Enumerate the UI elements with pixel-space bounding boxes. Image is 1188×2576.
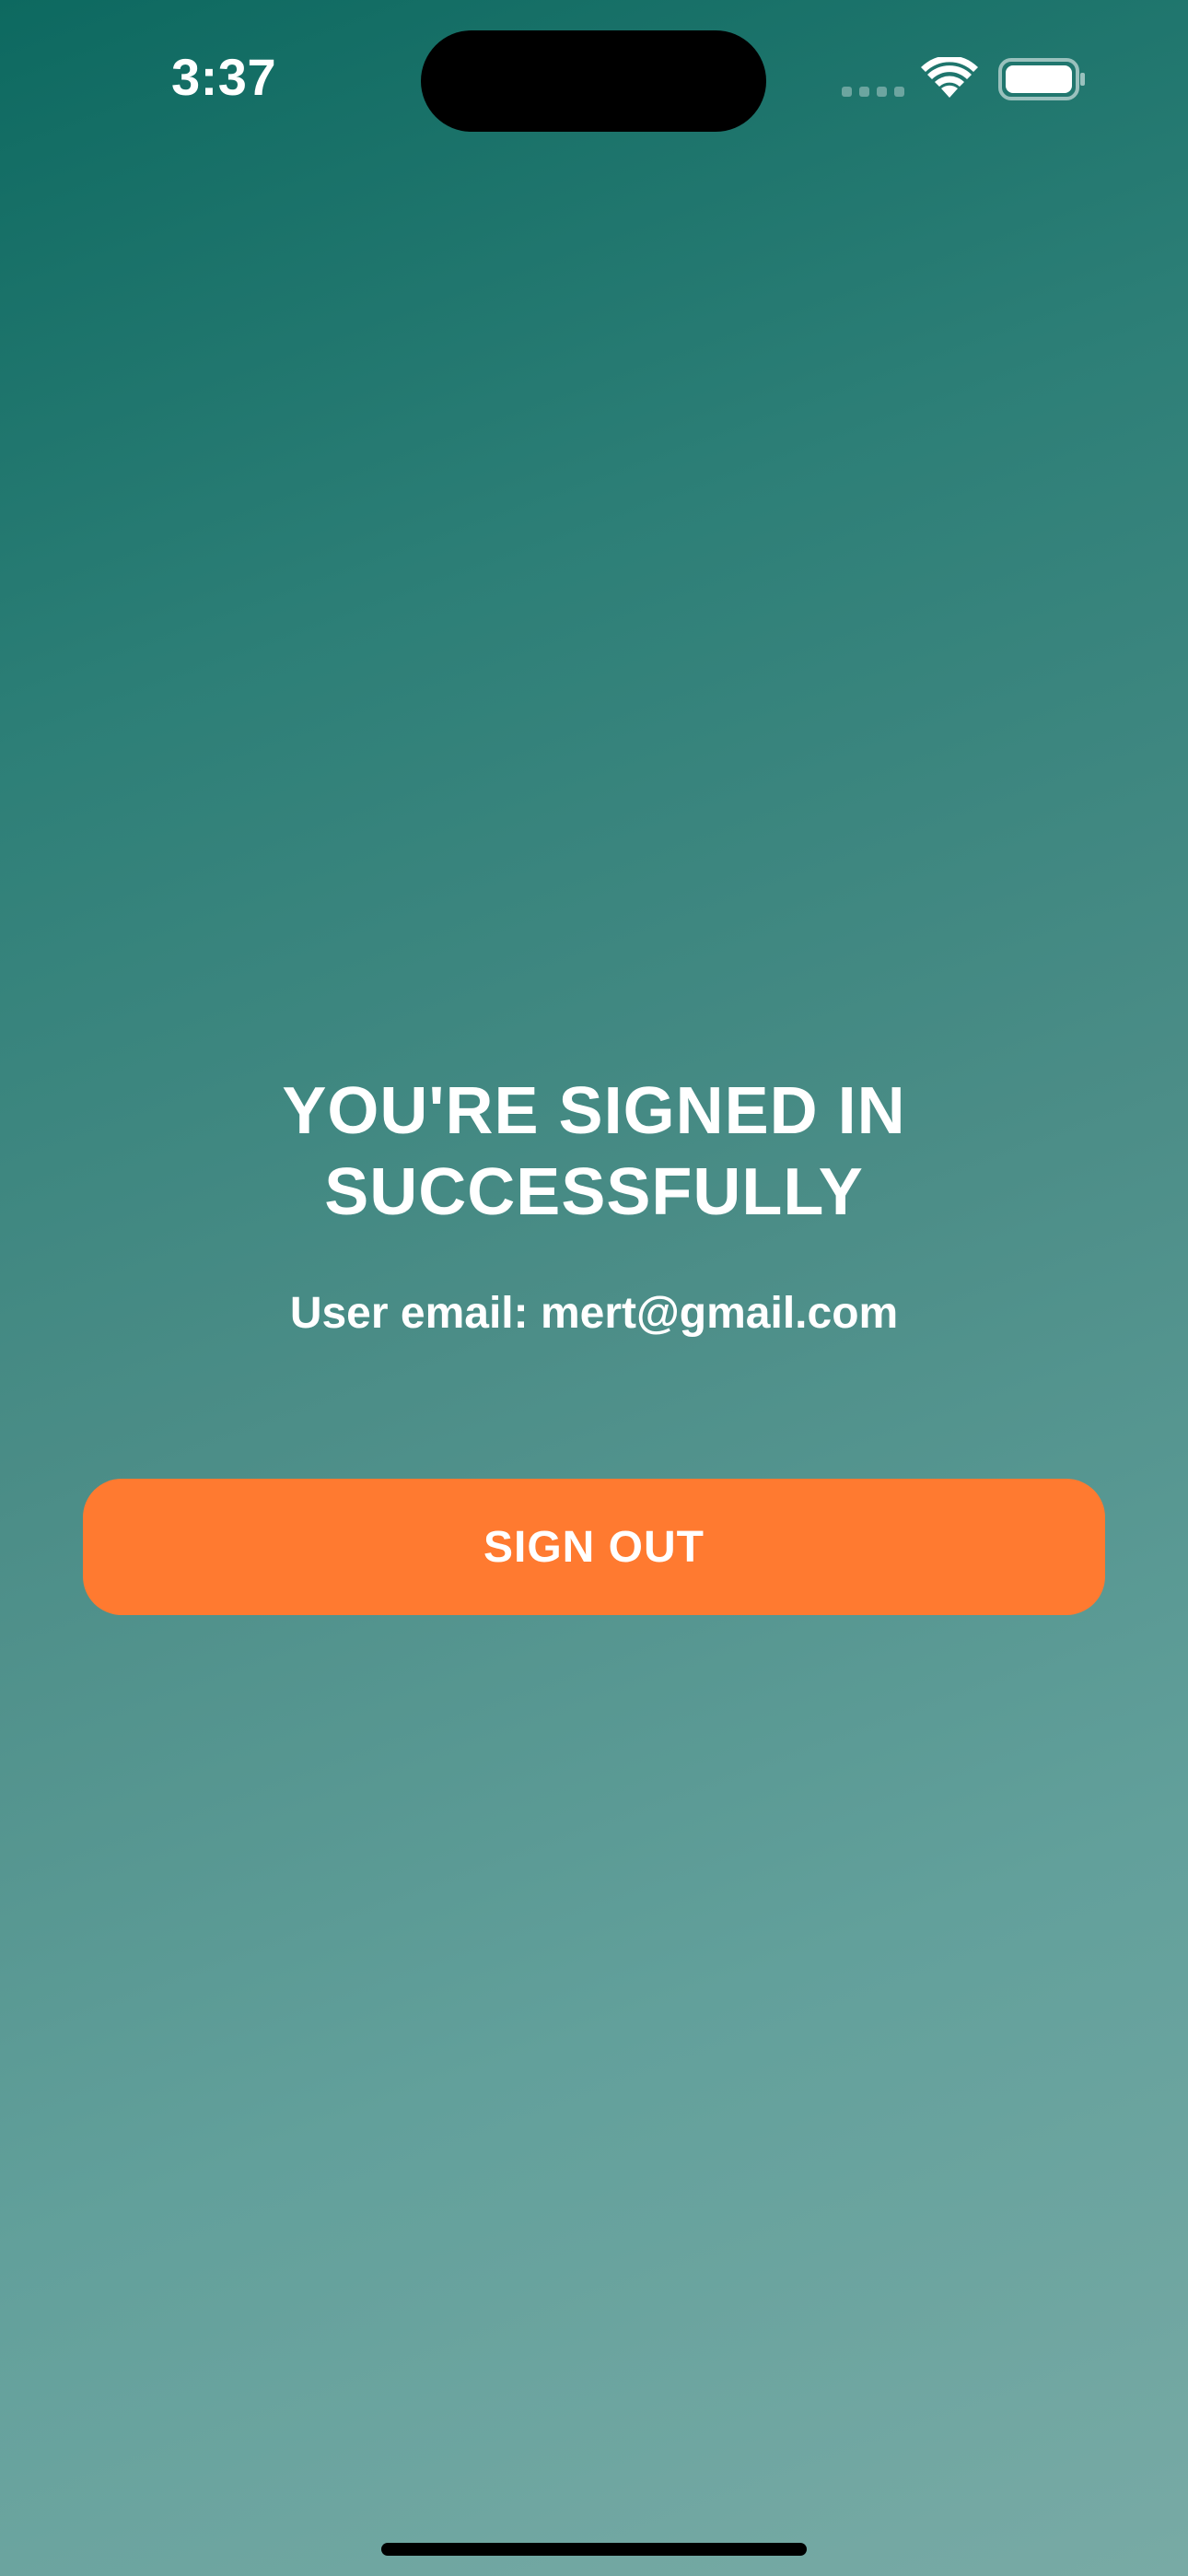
sign-out-label: SIGN OUT [483,1522,705,1572]
sign-out-button[interactable]: SIGN OUT [83,1479,1105,1615]
cellular-signal-icon [842,87,904,98]
dynamic-island [421,30,766,132]
wifi-icon [921,57,978,98]
headline-line-2: SUCCESSFULLY [324,1155,864,1229]
page-title: YOU'RE SIGNED IN SUCCESSFULLY [0,1071,1188,1233]
status-bar: 3:37 [0,0,1188,138]
home-indicator[interactable] [381,2543,807,2556]
status-time: 3:37 [171,48,277,106]
headline-line-1: YOU'RE SIGNED IN [282,1074,906,1148]
battery-icon [998,58,1085,100]
user-email-text: User email: mert@gmail.com [289,1289,899,1338]
signed-in-screen: 3:37 YOU'RE SIGNED IN SUCCESSFULLY User … [0,0,1188,2576]
